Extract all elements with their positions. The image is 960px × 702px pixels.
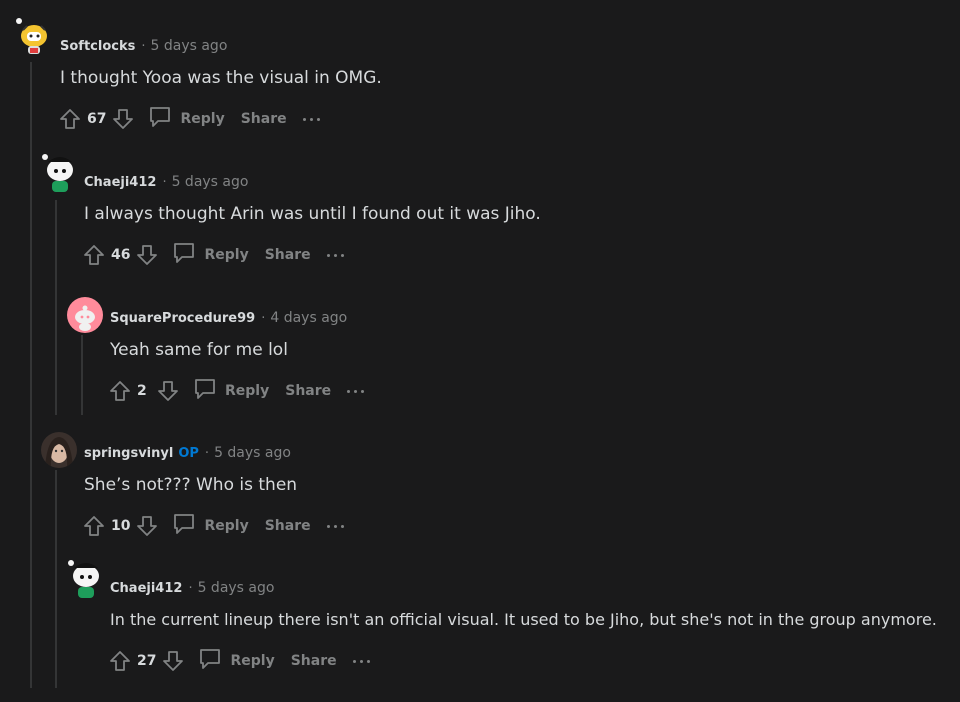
comment: Softclocks · 5 days ago I thought Yooa w… xyxy=(0,18,960,160)
reply-button[interactable]: Reply xyxy=(172,242,249,268)
comment-bubble-icon xyxy=(172,242,196,268)
share-button[interactable]: Share xyxy=(265,518,311,534)
reply-button[interactable]: Reply xyxy=(198,648,275,674)
comment: Chaeji412 · 5 days ago In the current li… xyxy=(0,560,960,702)
comment-author[interactable]: Chaeji412 xyxy=(110,581,182,596)
comment-text: Yeah same for me lol xyxy=(110,340,288,360)
comment-bubble-icon xyxy=(148,106,172,132)
comment: Chaeji412 · 5 days ago I always thought … xyxy=(0,154,960,296)
comment-actions: 67 Reply Share xyxy=(57,104,320,134)
share-button[interactable]: Share xyxy=(265,247,311,263)
comment-actions: 27 Reply Share xyxy=(107,646,370,676)
downvote-icon[interactable] xyxy=(160,648,186,674)
comment-bubble-icon xyxy=(193,378,217,404)
upvote-icon[interactable] xyxy=(57,106,83,132)
reply-label: Reply xyxy=(225,383,270,399)
upvote-icon[interactable] xyxy=(81,242,107,268)
share-button[interactable]: Share xyxy=(291,653,337,669)
vote-score: 67 xyxy=(87,111,107,127)
upvote-icon[interactable] xyxy=(107,378,133,404)
meta-separator: · xyxy=(261,311,266,326)
vote-score: 27 xyxy=(137,653,157,669)
comment-author[interactable]: springsvinyl xyxy=(84,446,173,461)
reply-label: Reply xyxy=(180,111,225,127)
downvote-icon[interactable] xyxy=(110,106,136,132)
meta-separator: · xyxy=(162,175,167,190)
share-button[interactable]: Share xyxy=(241,111,287,127)
reply-button[interactable]: Reply xyxy=(172,513,249,539)
snoo-pink-avatar[interactable] xyxy=(67,297,103,333)
more-options-icon[interactable] xyxy=(326,516,344,536)
snoo-green-avatar[interactable] xyxy=(66,560,102,598)
comment: SquareProcedure99 · 4 days ago Yeah same… xyxy=(0,296,960,432)
comment: springsvinyl OP · 5 days ago She’s not??… xyxy=(0,431,960,567)
comment-time[interactable]: 5 days ago xyxy=(151,38,228,54)
more-options-icon[interactable] xyxy=(347,381,365,401)
comment-time[interactable]: 5 days ago xyxy=(172,174,249,190)
vote-score: 2 xyxy=(137,383,147,399)
comment-actions: 10 Reply Share xyxy=(81,511,344,541)
upvote-icon[interactable] xyxy=(81,513,107,539)
downvote-icon[interactable] xyxy=(155,378,181,404)
reply-label: Reply xyxy=(204,247,249,263)
snoo-green-avatar[interactable] xyxy=(40,154,76,192)
comment-bubble-icon xyxy=(198,648,222,674)
vote-score: 10 xyxy=(111,518,131,534)
reply-label: Reply xyxy=(204,518,249,534)
more-options-icon[interactable] xyxy=(352,651,370,671)
photo-avatar[interactable] xyxy=(41,432,77,468)
reply-label: Reply xyxy=(230,653,275,669)
comment-author[interactable]: Softclocks xyxy=(60,39,135,54)
downvote-icon[interactable] xyxy=(134,513,160,539)
vote-score: 46 xyxy=(111,247,131,263)
comment-time[interactable]: 5 days ago xyxy=(214,445,291,461)
comment-text: In the current lineup there isn't an off… xyxy=(110,610,937,629)
comment-bubble-icon xyxy=(172,513,196,539)
comment-text: I thought Yooa was the visual in OMG. xyxy=(60,68,382,88)
share-button[interactable]: Share xyxy=(285,383,331,399)
meta-separator: · xyxy=(188,581,193,596)
more-options-icon[interactable] xyxy=(302,109,320,129)
comment-actions: 2 Reply Share xyxy=(107,376,365,406)
downvote-icon[interactable] xyxy=(134,242,160,268)
op-badge: OP xyxy=(178,446,199,461)
comment-actions: 46 Reply Share xyxy=(81,240,344,270)
comment-text: I always thought Arin was until I found … xyxy=(84,204,541,224)
meta-separator: · xyxy=(204,446,210,461)
reply-button[interactable]: Reply xyxy=(148,106,225,132)
snoo-tiger-avatar[interactable] xyxy=(14,18,50,54)
meta-separator: · xyxy=(141,39,146,54)
comment-author[interactable]: SquareProcedure99 xyxy=(110,311,255,326)
comment-time[interactable]: 5 days ago xyxy=(198,580,275,596)
more-options-icon[interactable] xyxy=(326,245,344,265)
comment-text: She’s not??? Who is then xyxy=(84,475,298,495)
upvote-icon[interactable] xyxy=(107,648,133,674)
comment-time[interactable]: 4 days ago xyxy=(270,310,347,326)
reply-button[interactable]: Reply xyxy=(193,378,269,404)
comment-author[interactable]: Chaeji412 xyxy=(84,175,156,190)
